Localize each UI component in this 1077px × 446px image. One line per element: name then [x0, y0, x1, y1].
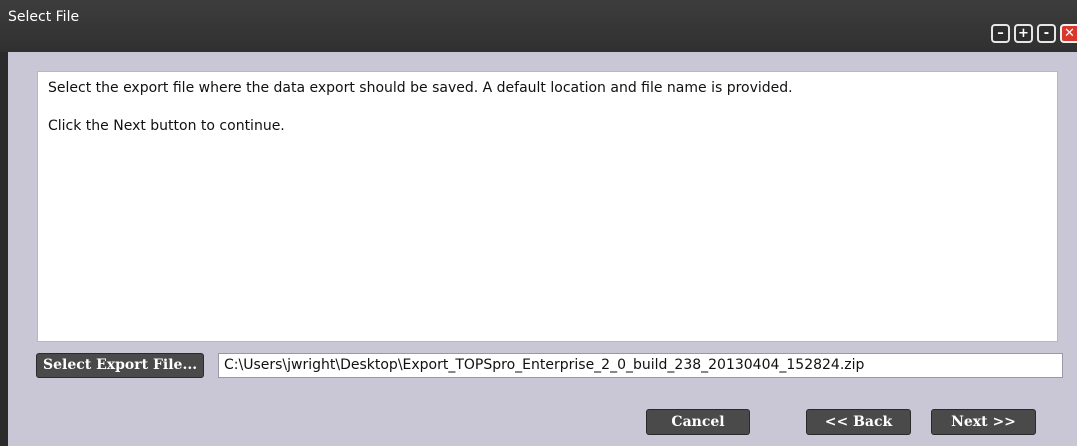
- minimize-icon[interactable]: –: [991, 24, 1010, 43]
- export-path-field[interactable]: C:\Users\jwright\Desktop\Export_TOPSpro_…: [218, 353, 1063, 378]
- back-button[interactable]: << Back: [806, 409, 911, 435]
- select-export-file-button[interactable]: Select Export File...: [36, 353, 205, 378]
- cancel-button[interactable]: Cancel: [646, 409, 750, 435]
- dialog-body: Select the export file where the data ex…: [8, 52, 1077, 446]
- title-bar[interactable]: Select File – + - ✕: [0, 0, 1077, 52]
- shrink-icon[interactable]: -: [1037, 24, 1056, 43]
- instructions-text: Select the export file where the data ex…: [48, 80, 793, 96]
- window-title: Select File: [8, 9, 80, 25]
- next-button[interactable]: Next >>: [931, 409, 1036, 435]
- instructions-panel: Select the export file where the data ex…: [37, 71, 1058, 342]
- restore-icon[interactable]: +: [1014, 24, 1033, 43]
- window-controls: – + - ✕: [991, 24, 1077, 46]
- close-icon[interactable]: ✕: [1060, 24, 1077, 43]
- continue-text: Click the Next button to continue.: [48, 118, 285, 134]
- select-file-window: Select File – + - ✕ Select the export fi…: [0, 0, 1077, 446]
